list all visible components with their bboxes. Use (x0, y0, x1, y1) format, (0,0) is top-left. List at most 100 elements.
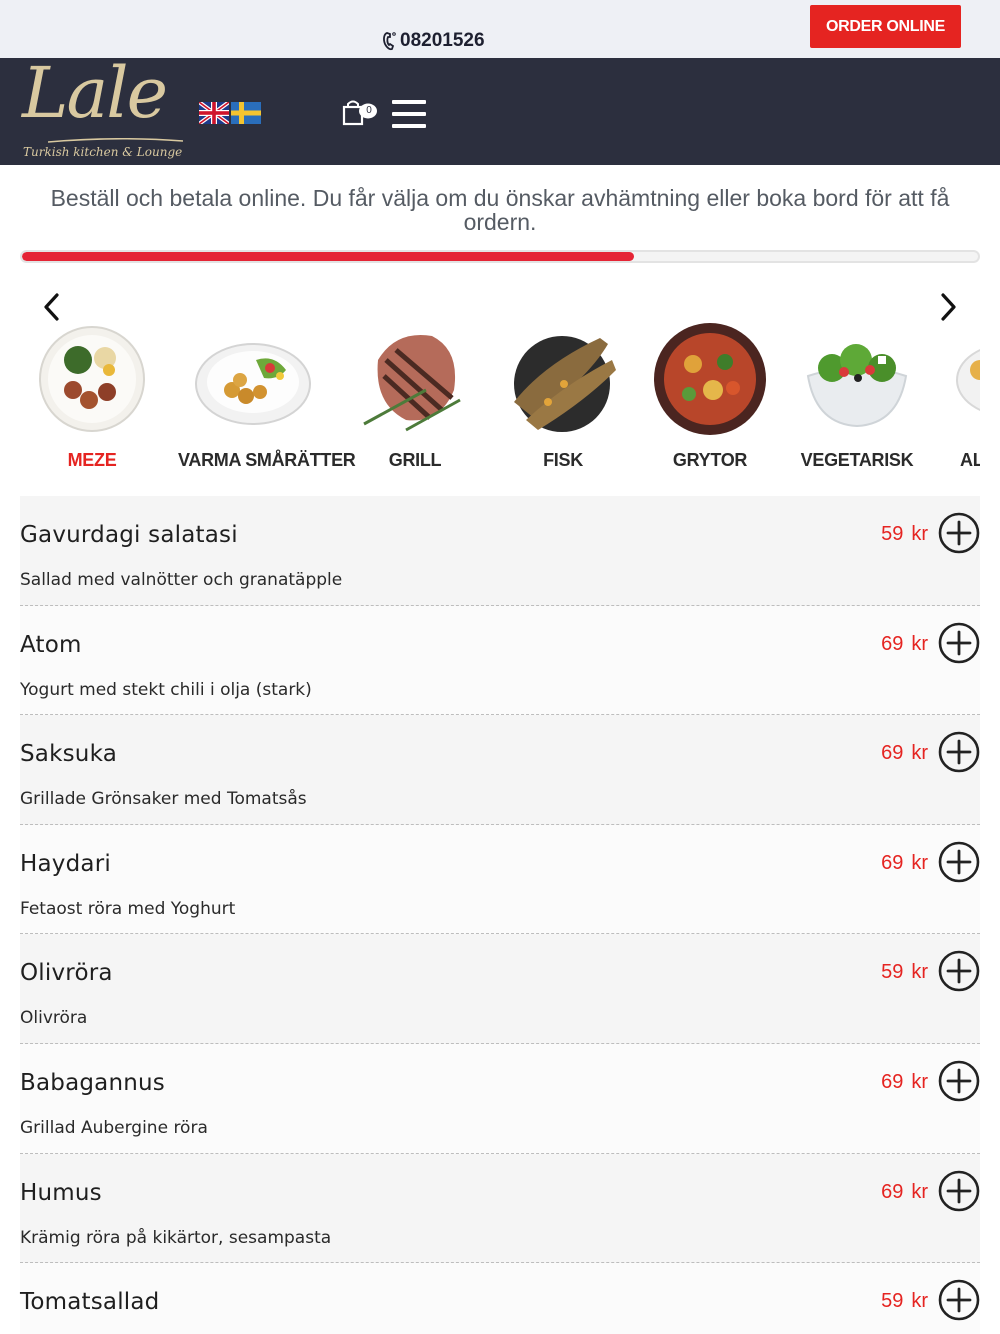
plus-circle-icon (938, 1279, 980, 1321)
phone-icon (383, 32, 396, 51)
cart-button[interactable]: 0 (342, 100, 378, 126)
menu-item-price: 69 kr (881, 633, 928, 656)
menu-item: Humus Krämig röra på kikärtor, sesampasta… (20, 1153, 980, 1264)
menu-item-price: 59 kr (881, 523, 928, 546)
phone-number: 08201526 (400, 30, 485, 51)
menu-item-description: Grillade Grönsaker med Tomatsås (20, 789, 307, 810)
menu-item-description: Krämig röra på kikärtor, sesampasta (20, 1227, 332, 1248)
price-value: 69 (881, 632, 904, 655)
price-currency: kr (911, 1070, 928, 1093)
category-al[interactable]: AL (930, 310, 980, 480)
uk-flag-icon[interactable] (199, 102, 229, 124)
menu-item-description: Sallad med valnötter och granatäpple (20, 570, 343, 590)
price-value: 69 (881, 1180, 904, 1203)
menu-item-name: Atom (20, 631, 82, 658)
plus-circle-icon (938, 622, 980, 663)
menu-bar (392, 100, 426, 104)
plus-circle-icon (938, 512, 980, 554)
plus-circle-icon (938, 1170, 980, 1211)
menu-item: Babagannus Grillad Aubergine röra 69 kr (20, 1043, 980, 1154)
category-label: VARMA SMÅRÄTTER (178, 450, 356, 470)
menu-item-description: Olivröra (20, 1008, 88, 1029)
menu-item-name: Saksuka (20, 741, 117, 768)
menu-item: Haydari Fetaost röra med Yoghurt 69 kr (20, 824, 980, 935)
category-label: FISK (543, 450, 583, 470)
price-value: 59 (881, 523, 904, 545)
menu-item-name: Olivröra (20, 960, 113, 987)
menu-item-price: 69 kr (881, 852, 928, 875)
category-label: GRILL (388, 450, 442, 470)
warm-dish-plate-icon (195, 343, 311, 425)
menu-item: Tomatsallad 59 kr (20, 1263, 980, 1334)
meze-plate-icon (39, 326, 145, 432)
grilled-fish-icon (514, 336, 616, 432)
menu-bar (392, 124, 426, 128)
add-to-cart-button[interactable] (938, 1060, 980, 1102)
top-bar: 08201526 ORDER ONLINE (0, 0, 1000, 58)
price-value: 69 (881, 851, 904, 874)
add-to-cart-button[interactable] (938, 512, 980, 554)
category-meze[interactable]: MEZE (20, 310, 167, 480)
add-to-cart-button[interactable] (938, 1279, 980, 1321)
category-grill[interactable]: GRILL (340, 310, 490, 480)
menu-item-name: Gavurdagi salatasi (20, 522, 238, 548)
order-progress-bar (20, 250, 980, 263)
category-label: VEGETARISK (800, 450, 914, 470)
menu-item-name: Tomatsallad (20, 1289, 160, 1316)
price-value: 69 (881, 1070, 904, 1093)
hamburger-menu-button[interactable] (392, 100, 426, 128)
add-to-cart-button[interactable] (938, 950, 980, 992)
price-currency: kr (911, 742, 928, 765)
logo-underline (48, 138, 183, 143)
menu-item-price: 59 kr (881, 1290, 928, 1313)
order-intro-text: Beställ och betala online. Du får välja … (50, 185, 950, 235)
price-currency: kr (911, 632, 928, 655)
menu-item-price: 69 kr (881, 742, 928, 765)
add-to-cart-button[interactable] (938, 622, 980, 664)
menu-item-list: Gavurdagi salatasi Sallad med valnötter o… (20, 496, 980, 1334)
plus-circle-icon (938, 841, 980, 883)
menu-item-price: 69 kr (881, 1181, 928, 1204)
menu-item-description: Grillad Aubergine röra (20, 1117, 208, 1138)
menu-item-price: 59 kr (881, 961, 928, 984)
category-varma-smaratter[interactable]: VARMA SMÅRÄTTER (178, 310, 356, 480)
add-to-cart-button[interactable] (938, 1170, 980, 1212)
site-header: Lale Turkish kitchen & Lounge 0 (0, 52, 1000, 165)
menu-item-name: Humus (20, 1179, 102, 1206)
category-grytor[interactable]: GRYTOR (635, 310, 785, 480)
menu-item: Olivröra Olivröra 59 kr (20, 934, 980, 1044)
order-online-button[interactable]: ORDER ONLINE (810, 5, 961, 48)
menu-item-name: Babagannus (20, 1069, 165, 1096)
stew-pot-icon (654, 323, 766, 435)
partial-dish-icon (956, 349, 980, 411)
category-vegetarisk[interactable]: VEGETARISK (782, 310, 932, 480)
price-currency: kr (911, 523, 928, 545)
price-currency: kr (911, 1290, 928, 1313)
category-label: GRYTOR (672, 450, 748, 470)
progress-fill (22, 252, 634, 261)
add-to-cart-button[interactable] (938, 731, 980, 773)
price-value: 59 (881, 961, 904, 984)
menu-item: Atom Yogurt med stekt chili i olja (stark… (20, 605, 980, 716)
menu-item-description: Fetaost röra med Yoghurt (20, 898, 236, 919)
add-to-cart-button[interactable] (938, 841, 980, 883)
lale-logo[interactable]: Lale Turkish kitchen & Lounge (18, 52, 188, 164)
sweden-flag-icon[interactable] (231, 102, 261, 124)
plus-circle-icon (938, 951, 980, 992)
menu-item-name: Haydari (20, 850, 111, 877)
language-switcher (199, 102, 261, 124)
salad-bowl-icon (806, 344, 908, 428)
grilled-steak-icon (363, 335, 461, 432)
menu-item: Saksuka Grillade Grönsaker med Tomatsås 69… (20, 715, 980, 825)
menu-item-description: Yogurt med stekt chili i olja (stark) (20, 679, 312, 700)
menu-item: Gavurdagi salatasi Sallad med valnötter o… (20, 496, 980, 606)
phone-link[interactable]: 08201526 (382, 30, 485, 52)
plus-circle-icon (938, 731, 980, 773)
logo-tagline: Turkish kitchen & Lounge (23, 145, 183, 159)
category-carousel: MEZE VARMA SMÅRÄTTER GRILL FISK GRYTOR V… (20, 310, 980, 480)
category-label: MEZE (67, 450, 117, 470)
menu-bar (392, 112, 426, 116)
category-label: AL (960, 450, 980, 470)
price-currency: kr (911, 1180, 928, 1203)
category-fisk[interactable]: FISK (488, 310, 638, 480)
